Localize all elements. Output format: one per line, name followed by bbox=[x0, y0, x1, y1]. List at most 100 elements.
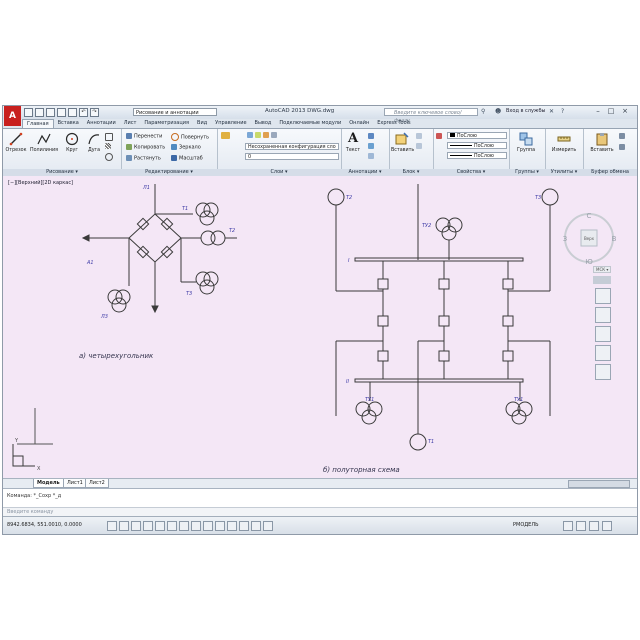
maximize-button[interactable]: □ bbox=[606, 107, 616, 116]
layer-on-icon[interactable] bbox=[247, 132, 253, 138]
pan-icon[interactable] bbox=[595, 307, 611, 323]
transparency-icon[interactable] bbox=[227, 521, 237, 531]
print-icon[interactable] bbox=[68, 108, 77, 117]
help-icon[interactable]: ? bbox=[561, 108, 564, 115]
polar-tracking-icon[interactable] bbox=[143, 521, 153, 531]
text-tool-button[interactable]: A Текст bbox=[343, 132, 363, 154]
annotation-scale-icon[interactable] bbox=[563, 521, 573, 531]
color-select[interactable]: ПоСлою bbox=[447, 132, 507, 139]
zoom-icon[interactable] bbox=[595, 326, 611, 342]
layer-freeze-icon[interactable] bbox=[255, 132, 261, 138]
drawing-canvas[interactable]: [−][Верхний][2D каркас] Л1 Т1 Т2 Т3 А1 Л… bbox=[3, 176, 637, 478]
copy-clip-button[interactable] bbox=[619, 144, 627, 151]
layer-properties-button[interactable] bbox=[221, 132, 232, 139]
viewcube-north[interactable]: С bbox=[587, 212, 592, 220]
hatch-tool-button[interactable] bbox=[105, 143, 113, 150]
workspace-select[interactable]: Рисование и аннотации bbox=[133, 108, 217, 116]
object-snap-tracking-icon[interactable] bbox=[179, 521, 189, 531]
object-snap-3d-icon[interactable] bbox=[167, 521, 177, 531]
polyline-tool-button[interactable]: Полилиния bbox=[29, 132, 59, 153]
panel-groups-title[interactable]: Группы ▾ bbox=[509, 169, 545, 176]
lineweight-toggle-icon[interactable] bbox=[215, 521, 225, 531]
grid-display-icon[interactable] bbox=[119, 521, 129, 531]
panel-block-title[interactable]: Блок ▾ bbox=[389, 169, 433, 176]
tab-express-tools[interactable]: Express Tools bbox=[373, 119, 414, 128]
insert-block-button[interactable]: Вставить bbox=[391, 132, 414, 153]
sign-in-button[interactable]: Вход в службы bbox=[506, 108, 545, 114]
ellipse-tool-button[interactable] bbox=[105, 153, 115, 161]
showmotion-icon[interactable] bbox=[595, 364, 611, 380]
lock-ui-icon[interactable] bbox=[589, 521, 599, 531]
snap-mode-icon[interactable] bbox=[107, 521, 117, 531]
move-button[interactable]: Перенести bbox=[126, 133, 162, 140]
tab-parametric[interactable]: Параметризация bbox=[140, 119, 193, 128]
tab-annotate[interactable]: Аннотации bbox=[83, 119, 120, 128]
group-button[interactable]: Группа bbox=[515, 132, 537, 153]
clean-screen-icon[interactable] bbox=[602, 521, 612, 531]
layer-match-icon[interactable] bbox=[271, 132, 277, 138]
binoculars-icon[interactable]: ⚲ bbox=[481, 108, 485, 115]
viewcube[interactable]: С З В Ю Верх МСК ▾ bbox=[559, 208, 619, 273]
panel-clipboard-title[interactable]: Буфер обмена bbox=[583, 169, 637, 176]
ortho-mode-icon[interactable] bbox=[131, 521, 141, 531]
undo-icon[interactable]: ↶ bbox=[79, 108, 88, 117]
panel-layers-title[interactable]: Слои ▾ bbox=[217, 169, 341, 176]
dynamic-ucs-icon[interactable] bbox=[191, 521, 201, 531]
arc-tool-button[interactable]: Дуга bbox=[83, 132, 105, 153]
viewcube-south[interactable]: Ю bbox=[585, 258, 593, 266]
tab-model[interactable]: Модель bbox=[33, 479, 64, 488]
tab-layout[interactable]: Лист bbox=[120, 119, 141, 128]
selection-cycling-icon[interactable] bbox=[251, 521, 261, 531]
user-icon[interactable]: ☻ bbox=[495, 108, 501, 115]
current-layer-select[interactable]: 0 bbox=[245, 153, 339, 160]
tab-sheet2[interactable]: Лист2 bbox=[85, 479, 109, 488]
open-file-icon[interactable] bbox=[35, 108, 44, 117]
layer-lock-icon[interactable] bbox=[263, 132, 269, 138]
quick-properties-icon[interactable] bbox=[239, 521, 249, 531]
exchange-icon[interactable]: ✕ bbox=[549, 108, 554, 115]
object-snap-icon[interactable] bbox=[155, 521, 165, 531]
dimension-button[interactable] bbox=[368, 133, 376, 140]
workspace-switch-icon[interactable] bbox=[576, 521, 586, 531]
stretch-button[interactable]: Растянуть bbox=[126, 155, 161, 162]
panel-annotation-title[interactable]: Аннотации ▾ bbox=[341, 169, 389, 176]
panel-modify-title[interactable]: Редактирование ▾ bbox=[121, 169, 217, 176]
tab-output[interactable]: Вывод bbox=[251, 119, 276, 128]
circle-tool-button[interactable]: Круг bbox=[61, 132, 83, 153]
match-properties-button[interactable] bbox=[436, 133, 444, 140]
measure-button[interactable]: Измерить bbox=[551, 132, 577, 153]
wcs-menu[interactable]: МСК ▾ bbox=[593, 266, 612, 273]
save-icon[interactable] bbox=[46, 108, 55, 117]
rectangle-tool-button[interactable] bbox=[105, 133, 115, 141]
panel-properties-title[interactable]: Свойства ▾ bbox=[433, 169, 509, 176]
linetype-select[interactable]: ПоСлою bbox=[447, 152, 507, 159]
tab-plugins[interactable]: Подключаемые модули bbox=[275, 119, 345, 128]
command-input[interactable]: Введите команду bbox=[3, 507, 637, 516]
minimize-button[interactable]: – bbox=[593, 107, 603, 116]
tab-manage[interactable]: Управление bbox=[211, 119, 250, 128]
redo-icon[interactable]: ↷ bbox=[90, 108, 99, 117]
application-menu-button[interactable]: A bbox=[4, 106, 21, 126]
layer-config-select[interactable]: Несохраненная конфигурация сло bbox=[245, 143, 339, 150]
dynamic-input-icon[interactable] bbox=[203, 521, 213, 531]
new-file-icon[interactable] bbox=[24, 108, 33, 117]
model-space-indicator[interactable]: РМОДЕЛЬ bbox=[513, 522, 539, 528]
viewcube-west[interactable]: З bbox=[563, 235, 568, 243]
rotate-button[interactable]: Повернуть bbox=[171, 133, 209, 141]
horizontal-scrollbar[interactable] bbox=[568, 480, 630, 488]
panel-utilities-title[interactable]: Утилиты ▾ bbox=[545, 169, 583, 176]
edit-block-button[interactable] bbox=[416, 143, 424, 150]
orbit-icon[interactable] bbox=[595, 345, 611, 361]
table-button[interactable] bbox=[368, 153, 376, 160]
leader-button[interactable] bbox=[368, 143, 376, 150]
close-button[interactable]: × bbox=[620, 107, 630, 116]
tab-sheet1[interactable]: Лист1 bbox=[63, 479, 87, 488]
steering-wheel-icon[interactable] bbox=[595, 288, 611, 304]
scale-button[interactable]: Масштаб bbox=[171, 155, 203, 162]
tab-home[interactable]: Главная bbox=[22, 119, 54, 128]
line-tool-button[interactable]: Отрезок bbox=[5, 132, 27, 153]
viewcube-east[interactable]: В bbox=[612, 235, 617, 243]
paste-button[interactable]: Вставить bbox=[589, 132, 615, 153]
search-input[interactable]: Введите ключевое слово/фразу bbox=[384, 108, 478, 124]
tab-view[interactable]: Вид bbox=[193, 119, 211, 128]
